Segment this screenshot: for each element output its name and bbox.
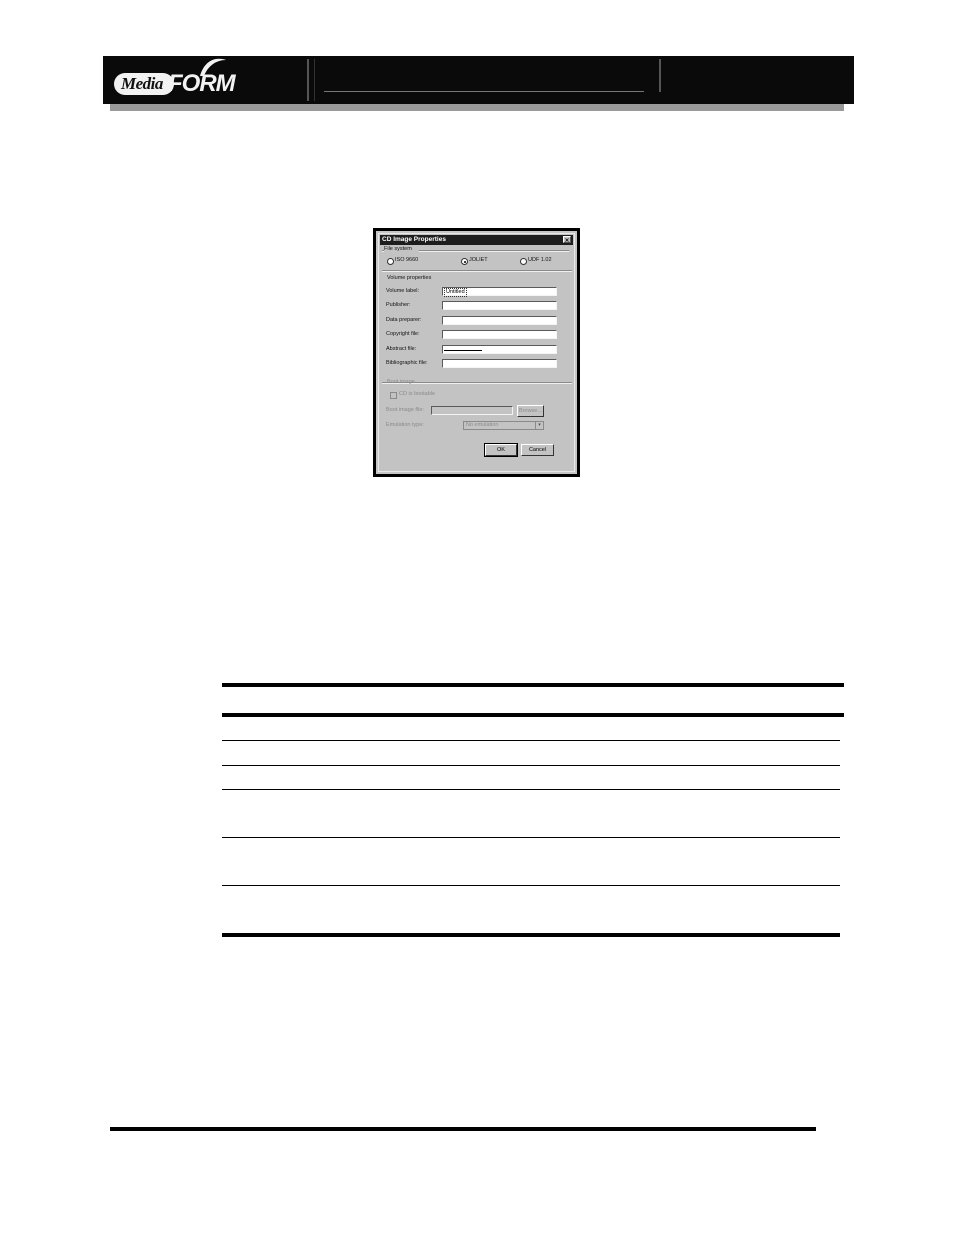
chevron-down-icon: ▾ (535, 422, 543, 429)
bibliographic-file-label: Bibliographic file: (386, 360, 428, 366)
browse-button[interactable]: Browse... (517, 405, 544, 417)
volume-label-label: Volume label: (386, 288, 420, 294)
boot-group-label: Boot image (387, 379, 415, 385)
abstract-file-label: Abstract file: (386, 346, 417, 352)
header-divider (314, 59, 315, 101)
udf-radio[interactable] (520, 258, 527, 265)
cancel-button[interactable]: Cancel (521, 444, 554, 456)
table-row-divider (222, 789, 840, 790)
table-row-divider (222, 765, 840, 766)
text-cursor-line (444, 350, 482, 351)
bootable-checkbox[interactable] (390, 392, 397, 399)
cd-image-properties-dialog: CD Image Properties × File system ISO 96… (378, 233, 575, 472)
logo-text-media: Media (121, 74, 163, 93)
dialog-title-bar: CD Image Properties × (380, 235, 573, 245)
copyright-file-label: Copyright file: (386, 331, 420, 337)
copyright-file-field[interactable] (442, 330, 557, 339)
joliet-radio[interactable] (461, 258, 468, 265)
boot-image-field[interactable] (431, 406, 513, 415)
table-row-divider (222, 740, 840, 741)
emulation-select[interactable]: No emulation ▾ (463, 421, 544, 430)
publisher-label: Publisher: (386, 302, 411, 308)
iso9660-radio[interactable] (387, 258, 394, 265)
table-top-rule (222, 683, 844, 687)
dialog-screenshot-frame: CD Image Properties × File system ISO 96… (373, 228, 580, 477)
file-system-group-label: File system (384, 246, 412, 252)
emulation-label: Emulation type: (386, 422, 424, 428)
emulation-value: No emulation (466, 422, 499, 428)
header-underline (324, 91, 644, 92)
volume-label-value: Untitled (444, 288, 467, 297)
ok-button[interactable]: OK (484, 443, 518, 457)
bibliographic-file-field[interactable] (442, 359, 557, 368)
udf-label: UDF 1.02 (528, 257, 552, 263)
abstract-file-field[interactable] (442, 345, 557, 354)
joliet-label: JOLIET (469, 257, 488, 263)
volume-label-field[interactable]: Untitled (442, 287, 557, 297)
table-row-divider (222, 837, 840, 838)
table-bottom-rule (222, 933, 840, 937)
bootable-label: CD is bootable (399, 391, 436, 397)
header-divider (659, 59, 661, 92)
dialog-title: CD Image Properties (382, 236, 446, 243)
page-header-shadow (110, 104, 844, 111)
logo-swoosh-icon (200, 58, 226, 76)
group-rule (382, 250, 384, 251)
publisher-field[interactable] (442, 301, 557, 310)
volume-properties-group-label: Volume properties (387, 275, 432, 281)
footer-rule (110, 1127, 816, 1131)
table-header-rule (222, 713, 844, 717)
iso9660-label: ISO 9660 (395, 257, 419, 263)
data-preparer-field[interactable] (442, 316, 557, 325)
header-divider (307, 59, 309, 101)
close-icon[interactable]: × (563, 236, 571, 244)
boot-image-label: Boot image file: (386, 407, 424, 413)
group-rule (419, 250, 569, 251)
table-row-divider (222, 885, 840, 886)
group-divider (382, 270, 572, 271)
data-preparer-label: Data preparer: (386, 317, 422, 323)
mediaform-logo: Media FORM (114, 58, 236, 98)
